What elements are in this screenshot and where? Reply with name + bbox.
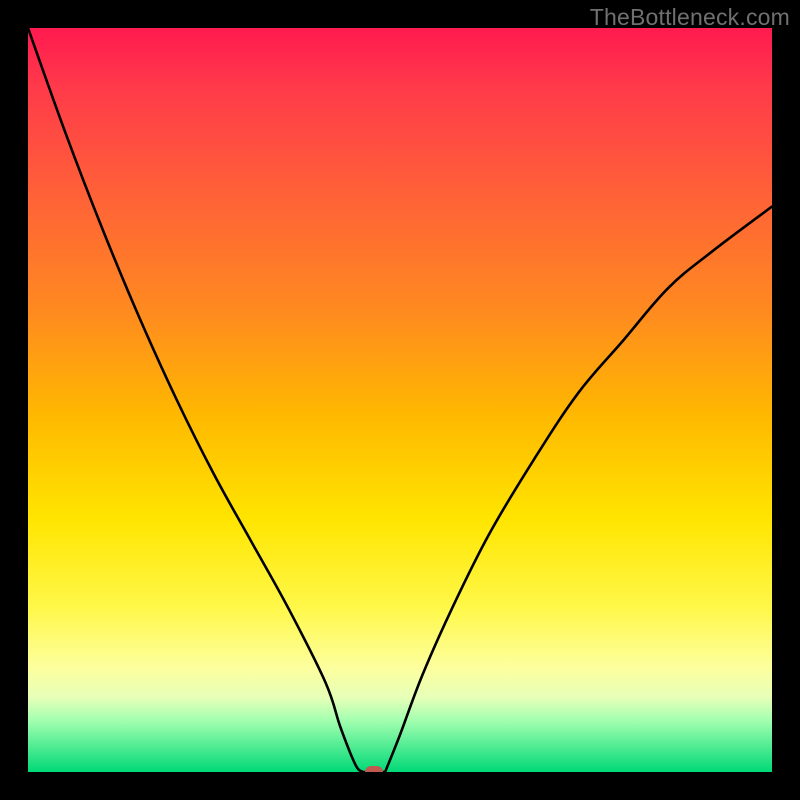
chart-frame: TheBottleneck.com <box>0 0 800 800</box>
plot-area <box>28 28 772 772</box>
watermark-text: TheBottleneck.com <box>590 4 790 31</box>
optimum-marker <box>365 766 383 772</box>
bottleneck-curve <box>28 28 772 772</box>
